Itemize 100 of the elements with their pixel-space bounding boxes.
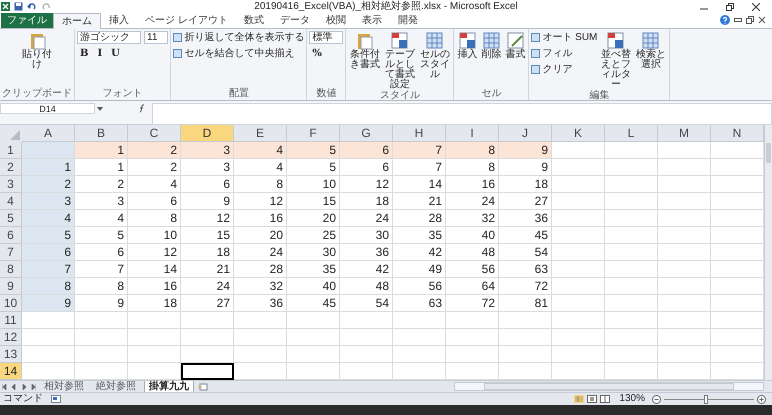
column-header[interactable]: K bbox=[552, 125, 605, 142]
table-cell[interactable] bbox=[552, 142, 605, 159]
table-cell[interactable] bbox=[605, 210, 658, 227]
table-cell[interactable]: 16 bbox=[128, 278, 181, 295]
table-cell[interactable] bbox=[711, 193, 764, 210]
row-header[interactable]: 14 bbox=[0, 363, 22, 380]
row-header[interactable]: 10 bbox=[0, 295, 22, 312]
column-header[interactable]: J bbox=[499, 125, 552, 142]
horizontal-scrollbar[interactable] bbox=[454, 382, 764, 391]
column-header[interactable]: F bbox=[287, 125, 340, 142]
table-cell[interactable]: 1 bbox=[22, 159, 75, 176]
table-cell[interactable]: 10 bbox=[287, 176, 340, 193]
table-cell[interactable]: 2 bbox=[75, 176, 128, 193]
table-cell[interactable]: 54 bbox=[499, 244, 552, 261]
table-cell[interactable] bbox=[605, 295, 658, 312]
table-cell[interactable]: 56 bbox=[393, 278, 446, 295]
table-cell[interactable] bbox=[234, 363, 287, 380]
format-button[interactable]: U bbox=[108, 47, 123, 60]
table-cell[interactable]: 5 bbox=[287, 159, 340, 176]
function-icon[interactable] bbox=[137, 104, 146, 113]
select-all-corner[interactable] bbox=[0, 125, 22, 142]
table-cell[interactable] bbox=[658, 363, 711, 380]
table-cell[interactable] bbox=[552, 193, 605, 210]
table-cell[interactable] bbox=[711, 278, 764, 295]
table-cell[interactable]: 24 bbox=[340, 210, 393, 227]
excel-icon[interactable] bbox=[1, 2, 10, 11]
table-cell[interactable] bbox=[287, 329, 340, 346]
table-cell[interactable]: 40 bbox=[446, 227, 499, 244]
table-cell[interactable] bbox=[287, 346, 340, 363]
table-cell[interactable]: 18 bbox=[181, 244, 234, 261]
vertical-scrollbar[interactable] bbox=[764, 125, 772, 380]
table-cell[interactable] bbox=[711, 312, 764, 329]
table-cell[interactable]: 27 bbox=[181, 295, 234, 312]
redo-icon[interactable] bbox=[42, 2, 51, 11]
table-cell[interactable] bbox=[552, 329, 605, 346]
table-cell[interactable] bbox=[605, 278, 658, 295]
table-cell[interactable]: 15 bbox=[287, 193, 340, 210]
table-cell[interactable] bbox=[234, 312, 287, 329]
column-header[interactable]: M bbox=[658, 125, 711, 142]
table-cell[interactable]: 5 bbox=[75, 227, 128, 244]
table-cell[interactable] bbox=[552, 312, 605, 329]
table-cell[interactable]: 15 bbox=[181, 227, 234, 244]
table-cell[interactable] bbox=[75, 329, 128, 346]
table-cell[interactable]: 9 bbox=[181, 193, 234, 210]
table-cell[interactable] bbox=[499, 346, 552, 363]
table-cell[interactable]: 7 bbox=[22, 261, 75, 278]
table-cell[interactable]: 63 bbox=[393, 295, 446, 312]
table-cell[interactable]: 4 bbox=[75, 210, 128, 227]
row-header[interactable]: 12 bbox=[0, 329, 22, 346]
table-cell[interactable] bbox=[711, 142, 764, 159]
table-cell[interactable] bbox=[658, 176, 711, 193]
table-cell[interactable] bbox=[658, 227, 711, 244]
ribbon-tab[interactable]: 表示 bbox=[354, 13, 390, 28]
table-cell[interactable] bbox=[711, 244, 764, 261]
table-cell[interactable] bbox=[393, 346, 446, 363]
table-cell[interactable] bbox=[605, 346, 658, 363]
column-header[interactable]: E bbox=[234, 125, 287, 142]
table-cell[interactable]: 54 bbox=[340, 295, 393, 312]
format-button[interactable]: I bbox=[94, 47, 106, 60]
close-icon[interactable] bbox=[752, 2, 760, 10]
macro-record-icon[interactable] bbox=[51, 395, 61, 403]
table-cell[interactable] bbox=[552, 295, 605, 312]
table-cell[interactable]: 8 bbox=[446, 159, 499, 176]
table-cell[interactable]: 3 bbox=[75, 193, 128, 210]
row-header[interactable]: 9 bbox=[0, 278, 22, 295]
table-cell[interactable]: 10 bbox=[128, 227, 181, 244]
table-cell[interactable]: 18 bbox=[340, 193, 393, 210]
table-cell[interactable] bbox=[711, 159, 764, 176]
table-cell[interactable]: 28 bbox=[234, 261, 287, 278]
column-header[interactable]: I bbox=[446, 125, 499, 142]
table-cell[interactable]: 36 bbox=[340, 244, 393, 261]
dropdown-field[interactable]: 標準 bbox=[309, 31, 344, 44]
formula-field[interactable] bbox=[152, 103, 772, 125]
table-cell[interactable]: 20 bbox=[234, 227, 287, 244]
table-cell[interactable] bbox=[711, 329, 764, 346]
table-cell[interactable] bbox=[287, 363, 340, 380]
table-cell[interactable] bbox=[552, 210, 605, 227]
table-cell[interactable]: 45 bbox=[499, 227, 552, 244]
row-header[interactable]: 7 bbox=[0, 244, 22, 261]
zoom-in-icon[interactable] bbox=[757, 394, 766, 404]
table-cell[interactable]: 9 bbox=[75, 295, 128, 312]
table-cell[interactable] bbox=[340, 363, 393, 380]
table-cell[interactable] bbox=[711, 210, 764, 227]
table-cell[interactable]: 35 bbox=[287, 261, 340, 278]
table-cell[interactable]: 3 bbox=[22, 193, 75, 210]
table-cell[interactable] bbox=[446, 363, 499, 380]
table-cell[interactable] bbox=[711, 363, 764, 380]
table-cell[interactable]: 14 bbox=[128, 261, 181, 278]
table-cell[interactable] bbox=[340, 346, 393, 363]
table-cell[interactable]: 30 bbox=[287, 244, 340, 261]
table-cell[interactable] bbox=[711, 261, 764, 278]
ribbon-button[interactable]: テーブルとして書式設定 bbox=[383, 31, 416, 90]
table-cell[interactable]: 24 bbox=[234, 244, 287, 261]
ribbon-button[interactable]: 書式 bbox=[504, 31, 526, 60]
table-cell[interactable] bbox=[552, 261, 605, 278]
column-header[interactable]: H bbox=[393, 125, 446, 142]
table-cell[interactable] bbox=[22, 363, 75, 380]
table-cell[interactable]: 4 bbox=[128, 176, 181, 193]
row-header[interactable]: 6 bbox=[0, 227, 22, 244]
table-cell[interactable] bbox=[711, 295, 764, 312]
